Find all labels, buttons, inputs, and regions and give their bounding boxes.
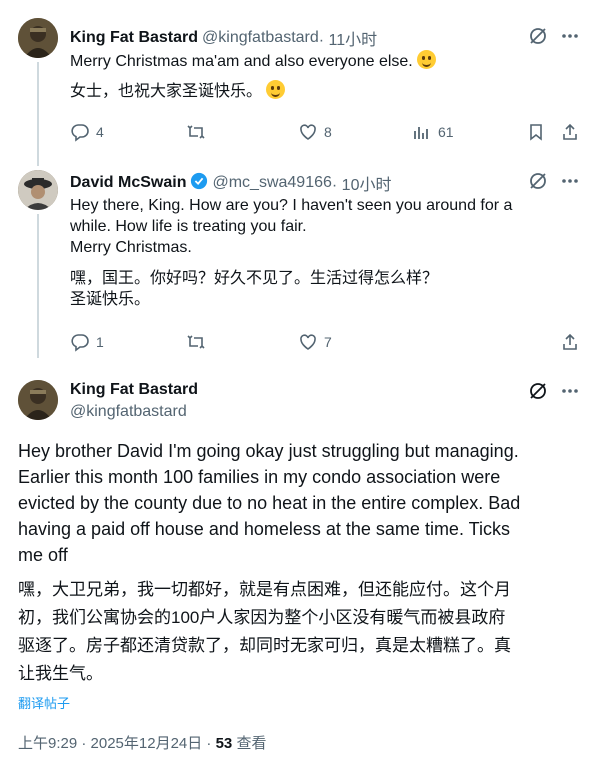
reply-icon xyxy=(71,124,89,142)
translate-post-link[interactable]: 翻译帖子 xyxy=(18,693,70,712)
like-icon xyxy=(300,124,316,140)
author-handle[interactable]: @kingfatbastard xyxy=(70,403,187,421)
like-count: 8 xyxy=(324,124,332,140)
retweet-button[interactable] xyxy=(186,122,206,142)
more-icon[interactable] xyxy=(560,26,580,51)
reply-count: 1 xyxy=(96,334,104,350)
post-time[interactable]: · 11小时 xyxy=(319,26,377,50)
thread-connector xyxy=(37,62,39,166)
grinning-face-emoji-icon xyxy=(416,50,436,69)
more-icon[interactable] xyxy=(560,381,580,406)
retweet-icon xyxy=(187,125,205,139)
tweet-text: Merry Christmas ma'am and also everyone … xyxy=(70,50,436,72)
avatar[interactable] xyxy=(18,18,58,58)
post-time[interactable]: · 10小时 xyxy=(332,171,392,195)
post-translation: 嘿，大卫兄弟，我一切都好，就是有点困难，但还能应付。这个月 初，我们公寓协会的1… xyxy=(18,580,511,683)
grinning-face-emoji-icon xyxy=(266,80,286,99)
like-button[interactable]: 7 xyxy=(298,332,332,352)
views-count: 61 xyxy=(438,124,454,140)
reply-button[interactable]: 1 xyxy=(70,332,104,352)
author-name[interactable]: King Fat Bastard xyxy=(70,381,198,399)
tweet-text: Hey there, King. How are you? I haven't … xyxy=(70,197,513,256)
grok-icon[interactable] xyxy=(528,381,548,406)
views-label: 查看 xyxy=(232,735,267,752)
author-handle[interactable]: @kingfatbastard xyxy=(202,29,319,47)
timestamp[interactable]: 上午9:29 · 2025年12月24日 · xyxy=(18,735,216,752)
like-button[interactable]: 8 xyxy=(298,122,332,142)
tweet-translation: 嘿，国王。你好吗？好久不见了。生活过得怎么样？ 圣诞快乐。 xyxy=(70,270,439,308)
grok-icon[interactable] xyxy=(528,171,548,196)
views-count: 53 xyxy=(215,735,233,752)
more-icon[interactable] xyxy=(560,171,580,196)
reply-count: 4 xyxy=(96,124,104,140)
retweet-icon xyxy=(187,335,205,349)
grok-icon[interactable] xyxy=(528,26,548,51)
thread-connector xyxy=(37,214,39,358)
share-icon[interactable] xyxy=(560,332,580,357)
like-count: 7 xyxy=(324,334,332,350)
post-text: Hey brother David I'm going okay just st… xyxy=(18,441,521,565)
views-icon xyxy=(414,127,428,139)
author-handle[interactable]: @mc_swa49166 xyxy=(212,174,331,192)
avatar[interactable] xyxy=(18,380,58,420)
avatar[interactable] xyxy=(18,170,58,210)
author-name[interactable]: David McSwain xyxy=(70,174,186,192)
like-icon xyxy=(300,334,316,350)
post-metadata: 上午9:29 · 2025年12月24日 · 53 查看 xyxy=(18,732,266,753)
share-icon[interactable] xyxy=(560,122,580,147)
tweet-translation: 女士，也祝大家圣诞快乐。 xyxy=(70,80,286,102)
verified-badge-icon xyxy=(190,172,208,195)
retweet-button[interactable] xyxy=(186,332,206,352)
reply-icon xyxy=(71,334,89,352)
author-name[interactable]: King Fat Bastard xyxy=(70,29,198,47)
reply-button[interactable]: 4 xyxy=(70,122,104,142)
bookmark-icon[interactable] xyxy=(526,122,546,147)
views-button[interactable]: 61 xyxy=(412,122,454,142)
